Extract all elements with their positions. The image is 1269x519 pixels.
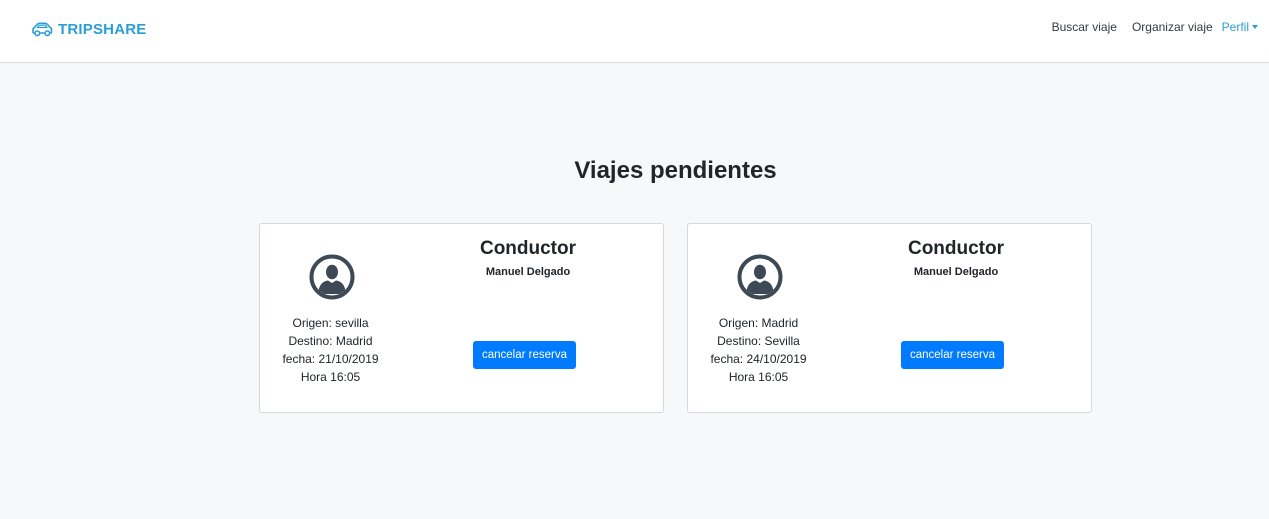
trip-card: Origen: Madrid Destino: Sevilla fecha: 2… xyxy=(687,223,1092,413)
brand-name: TRIPSHARE xyxy=(58,20,147,38)
trip-time: Hora 16:05 xyxy=(300,370,361,384)
driver-name: Manuel Delgado xyxy=(485,266,571,278)
trip-origin: Origen: sevilla xyxy=(292,316,369,330)
nav-links: Buscar viaje Organizar viaje Perfil xyxy=(1052,20,1258,34)
cancel-reservation-button[interactable]: cancelar reserva xyxy=(901,341,1004,369)
driver-heading: Conductor xyxy=(907,238,1005,259)
trip-date: fecha: 21/10/2019 xyxy=(282,352,379,366)
nav-link-buscar-viaje[interactable]: Buscar viaje xyxy=(1052,20,1117,34)
user-circle-icon xyxy=(737,254,783,300)
cancel-reservation-button[interactable]: cancelar reserva xyxy=(473,341,576,369)
trip-info: Origen: Madrid Destino: Sevilla fecha: 2… xyxy=(688,314,829,386)
brand-logo[interactable]: TRIPSHARE xyxy=(30,19,146,39)
chevron-down-icon xyxy=(1252,25,1258,29)
trip-origin: Origen: Madrid xyxy=(718,316,799,330)
driver-name: Manuel Delgado xyxy=(913,266,999,278)
profile-label: Perfil xyxy=(1221,20,1249,34)
driver-heading: Conductor xyxy=(479,238,577,259)
nav-link-organizar-viaje[interactable]: Organizar viaje xyxy=(1132,20,1213,34)
trip-destination: Destino: Madrid xyxy=(288,334,373,348)
navbar: TRIPSHARE Buscar viaje Organizar viaje P… xyxy=(0,0,1269,63)
trip-time: Hora 16:05 xyxy=(728,370,789,384)
car-icon xyxy=(30,19,54,39)
trip-destination: Destino: Sevilla xyxy=(717,334,800,348)
profile-dropdown[interactable]: Perfil xyxy=(1222,20,1258,34)
user-circle-icon xyxy=(309,254,355,300)
trip-card: Origen: sevilla Destino: Madrid fecha: 2… xyxy=(259,223,664,413)
page-title: Viajes pendientes xyxy=(574,157,777,184)
trip-info: Origen: sevilla Destino: Madrid fecha: 2… xyxy=(260,314,401,386)
trip-date: fecha: 24/10/2019 xyxy=(710,352,807,366)
